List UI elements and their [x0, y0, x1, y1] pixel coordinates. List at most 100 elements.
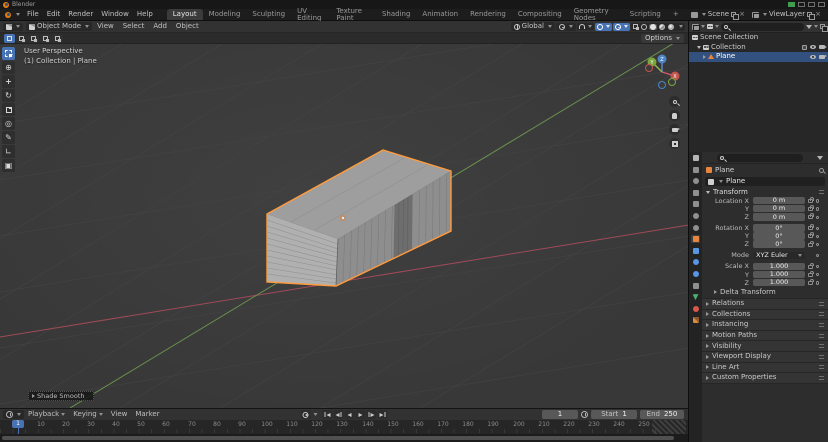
transform-tool[interactable]: ◎ [2, 117, 15, 130]
outliner-row-scene-collection[interactable]: Scene Collection [689, 33, 828, 43]
panel-menu-icon[interactable] [819, 323, 824, 327]
scene-selector[interactable]: Scene × [691, 11, 746, 18]
filter-dropdown[interactable] [806, 25, 818, 29]
tab-material[interactable] [691, 305, 700, 313]
menu-playback[interactable]: Playback [24, 410, 69, 419]
move-tool[interactable]: + [2, 75, 15, 88]
tab-particles[interactable] [691, 258, 700, 266]
location-z-field[interactable]: 0 m [753, 213, 805, 220]
panel-menu-icon[interactable] [819, 344, 824, 348]
workspace-tab-compositing[interactable]: Compositing [512, 9, 568, 20]
panel-menu-icon[interactable] [819, 365, 824, 369]
blender-menu-button[interactable] [2, 12, 23, 18]
select-mode-set[interactable] [4, 34, 15, 43]
workspace-tab-layout[interactable]: Layout [167, 9, 203, 20]
transform-orientation-dropdown[interactable]: Global [511, 22, 555, 31]
rotation-z-field[interactable]: 0° [753, 240, 805, 247]
menu-file[interactable]: File [23, 10, 43, 19]
tab-modifiers[interactable] [691, 247, 700, 255]
tab-tool[interactable] [691, 166, 700, 174]
jump-to-start-button[interactable] [323, 410, 333, 419]
animate-dot[interactable] [816, 273, 819, 276]
tab-physics[interactable] [691, 270, 700, 278]
frame-start-field[interactable]: Start1 [591, 410, 637, 419]
annotate-tool[interactable]: ✎ [2, 131, 15, 144]
new-scene-icon[interactable] [731, 12, 736, 17]
workspace-tab-sculpting[interactable]: Sculpting [246, 9, 291, 20]
tab-render[interactable] [691, 177, 700, 185]
outliner-search-input[interactable] [721, 23, 804, 31]
tab-object[interactable] [691, 235, 700, 243]
location-y-field[interactable]: 0 m [753, 205, 805, 212]
operator-panel[interactable]: Shade Smooth [28, 391, 94, 401]
gizmos-toggle[interactable] [595, 23, 612, 31]
viewport-3d[interactable]: User Perspective (1) Collection | Plane … [0, 44, 688, 408]
shading-material-button[interactable] [658, 24, 666, 30]
menu-marker[interactable]: Marker [131, 410, 163, 419]
pivot-point-dropdown[interactable] [556, 23, 576, 31]
menu-keying[interactable]: Keying [69, 410, 107, 419]
next-keyframe-button[interactable] [367, 410, 377, 419]
hide-eye-icon[interactable] [810, 45, 816, 49]
unlink-scene-icon[interactable]: × [738, 11, 746, 18]
object-name-field[interactable]: Plane [705, 177, 825, 186]
remove-view-layer-icon[interactable]: × [814, 11, 822, 18]
new-collection-button[interactable] [820, 24, 825, 29]
use-preview-range-icon[interactable] [581, 411, 588, 418]
hide-eye-icon[interactable] [810, 55, 816, 59]
panel-collections[interactable]: Collections [702, 309, 828, 320]
rotation-mode-dropdown[interactable]: XYZ Euler [753, 252, 805, 259]
lock-icon[interactable] [808, 265, 813, 269]
cursor-tool[interactable]: ⊕ [2, 61, 15, 74]
workspace-tab-shading[interactable]: Shading [376, 9, 416, 20]
lock-icon[interactable] [808, 281, 813, 285]
scale-y-field[interactable]: 1.000 [753, 271, 805, 278]
auto-keying-button[interactable] [301, 410, 311, 419]
scale-tool[interactable] [2, 103, 15, 116]
window-close-button[interactable] [818, 2, 825, 7]
select-mode-extend[interactable] [16, 34, 27, 43]
disclosure-closed-icon[interactable] [703, 55, 706, 59]
timeline-scrollbar[interactable] [2, 436, 674, 440]
shading-dropdown[interactable] [676, 24, 684, 30]
menu-object[interactable]: Object [172, 22, 203, 31]
panel-line-art[interactable]: Line Art [702, 362, 828, 373]
rotation-y-field[interactable]: 0° [753, 232, 805, 239]
add-workspace-button[interactable]: + [667, 9, 685, 20]
zoom-button[interactable] [669, 96, 680, 107]
lock-icon[interactable] [808, 215, 813, 219]
lock-icon[interactable] [808, 226, 813, 230]
pan-button[interactable] [669, 110, 680, 121]
overlays-toggle[interactable] [613, 23, 630, 31]
workspace-tab-scripting[interactable]: Scripting [624, 9, 667, 20]
animate-dot[interactable] [816, 227, 819, 230]
prev-keyframe-button[interactable] [334, 410, 344, 419]
panel-custom-properties[interactable]: Custom Properties [702, 372, 828, 383]
menu-view[interactable]: View [93, 22, 118, 31]
measure-tool[interactable]: ∟ [2, 145, 15, 158]
tab-scene[interactable] [691, 212, 700, 220]
animate-dot[interactable] [816, 216, 819, 219]
workspace-tab-modeling[interactable]: Modeling [203, 9, 247, 20]
outliner-editor-type-button[interactable] [692, 24, 705, 30]
tab-world[interactable] [691, 224, 700, 232]
mode-dropdown[interactable]: Object Mode [26, 22, 92, 31]
menu-timeline-view[interactable]: View [107, 410, 132, 419]
panel-menu-icon[interactable] [819, 355, 824, 359]
timeline-ruler[interactable]: 10 20 30 40 50 60 70 80 90 100 110 120 1… [0, 420, 688, 442]
tab-texture[interactable] [691, 316, 700, 324]
lock-icon[interactable] [808, 199, 813, 203]
panel-viewport-display[interactable]: Viewport Display [702, 351, 828, 362]
panel-menu-icon[interactable] [819, 334, 824, 338]
panel-instancing[interactable]: Instancing [702, 319, 828, 330]
animate-dot[interactable] [816, 265, 819, 268]
select-mode-subtract[interactable] [28, 34, 39, 43]
frame-end-field[interactable]: End250 [640, 410, 684, 419]
add-cube-tool[interactable]: ▣ [2, 159, 15, 172]
mesh-object[interactable] [267, 150, 451, 286]
pin-icon[interactable] [819, 168, 824, 173]
menu-window[interactable]: Window [97, 10, 133, 19]
panel-menu-icon[interactable] [819, 376, 824, 380]
menu-render[interactable]: Render [64, 10, 97, 19]
current-frame-field[interactable]: 1 [542, 410, 578, 419]
